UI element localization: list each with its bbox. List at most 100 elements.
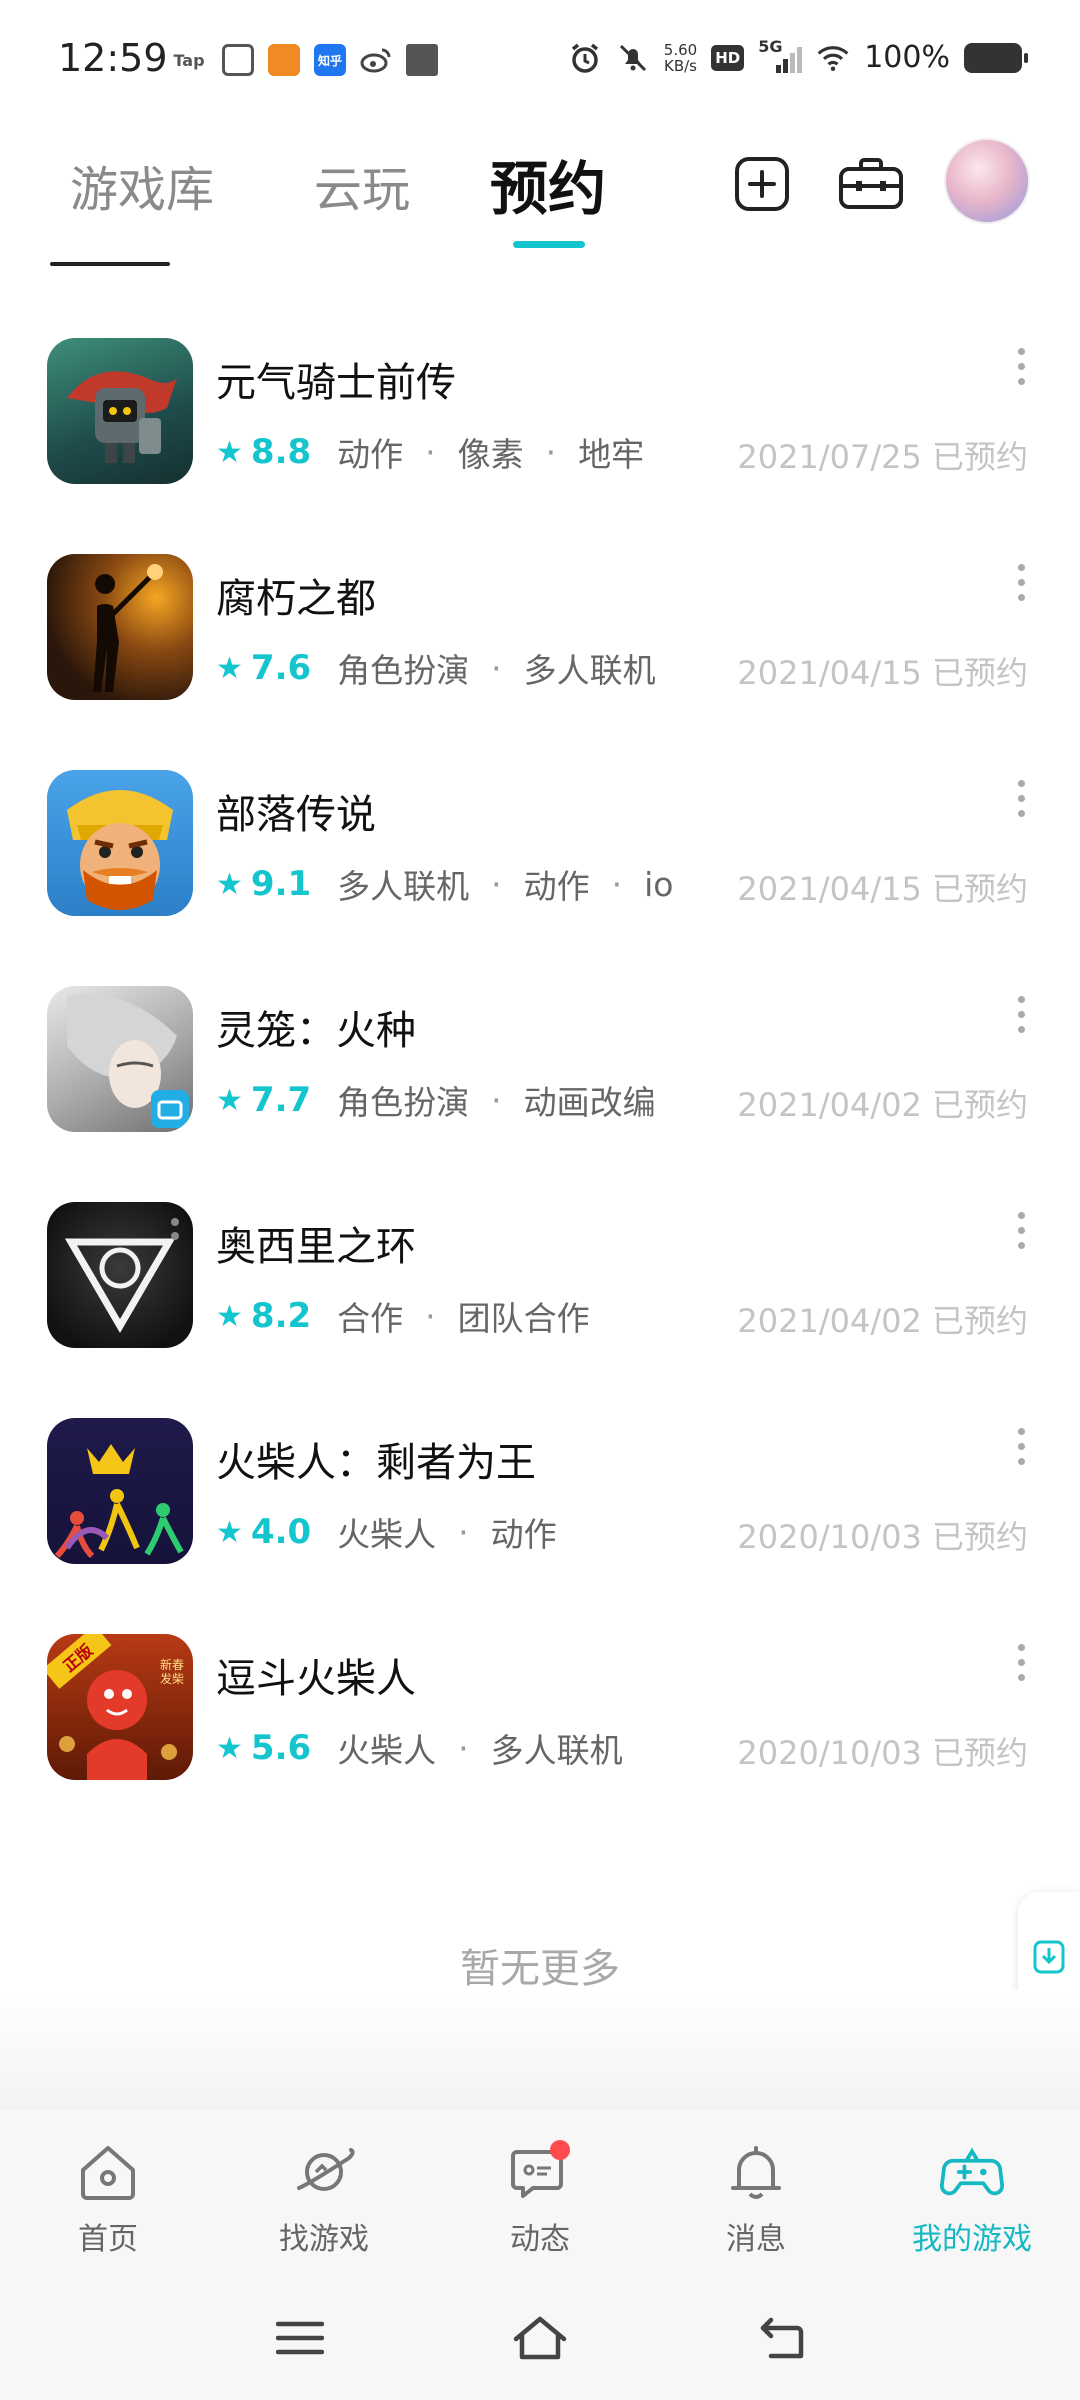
game-score: 7.6 [250, 648, 312, 688]
bell-icon [724, 2140, 788, 2204]
status-indicators: 5.60 KB/s HD 5G 100% [568, 37, 1028, 75]
system-navigation [0, 2270, 1080, 2400]
status-bar: 12:59 Tap 知乎 5.60 KB/s HD 5G 100% [0, 0, 1080, 120]
star-icon: ★ [216, 650, 243, 686]
reservation-date: 2021/04/15 已预约 [737, 870, 1028, 908]
planet-icon [292, 2140, 356, 2204]
star-icon: ★ [216, 1082, 243, 1118]
alarm-icon [568, 41, 602, 75]
game-title: 逗斗火柴人 [216, 1656, 416, 1702]
net-speed: 5.60 KB/s [663, 40, 698, 75]
more-options-icon[interactable] [1016, 996, 1026, 1033]
tag-separator: · [491, 648, 502, 688]
menu-button[interactable] [270, 2308, 330, 2368]
tab-indicator [513, 241, 585, 248]
game-title: 火柴人：剩者为王 [216, 1440, 536, 1486]
game-tag: 合作 [337, 1299, 404, 1338]
game-icon[interactable] [47, 770, 193, 916]
back-icon [760, 2317, 804, 2359]
game-icon[interactable] [47, 338, 193, 484]
game-icon[interactable] [47, 554, 193, 700]
status-time: 12:59 [58, 36, 168, 80]
list-item[interactable]: 灵笼：火种 ★ 7.7 角色扮演 · 动画改编 2021/04/02 已预约 [0, 968, 1080, 1184]
status-app-icons: Tap 知乎 [170, 44, 438, 76]
game-tag: 角色扮演 [337, 651, 470, 690]
app-icon-1 [222, 44, 254, 76]
game-score: 7.7 [250, 1080, 312, 1120]
list-fade [0, 1990, 1080, 2110]
mute-icon [616, 41, 650, 75]
list-item[interactable]: 正版 新春发柴 逗斗火柴人 ★ 5.6 火柴人 · 多人联机 2020/10/0… [0, 1616, 1080, 1832]
game-icon[interactable]: 正版 新春发柴 [47, 1634, 193, 1780]
home-button[interactable] [510, 2308, 570, 2368]
game-score: 9.1 [250, 864, 312, 904]
list-item[interactable]: 奥西里之环 ★ 8.2 合作 · 团队合作 2021/04/02 已预约 [0, 1184, 1080, 1400]
signal-5g-icon: 5G [758, 37, 803, 75]
reservation-date: 2021/04/02 已预约 [737, 1302, 1028, 1340]
add-icon [735, 157, 789, 211]
game-tag: 动作 [490, 1515, 557, 1554]
star-icon: ★ [216, 866, 243, 902]
star-icon: ★ [216, 434, 243, 470]
taptap-icon: Tap [170, 44, 208, 76]
game-icon[interactable] [47, 986, 193, 1132]
more-options-icon[interactable] [1016, 1212, 1026, 1249]
list-item[interactable]: 火柴人：剩者为王 ★ 4.0 火柴人 · 动作 2020/10/03 已预约 [0, 1400, 1080, 1616]
more-options-icon[interactable] [1016, 780, 1026, 817]
star-icon: ★ [216, 1514, 243, 1550]
list-item[interactable]: 元气骑士前传 ★ 8.8 动作 · 像素 · 地牢 2021/07/25 已预约 [0, 320, 1080, 536]
game-title: 奥西里之环 [216, 1224, 416, 1270]
hd-icon: HD [711, 44, 745, 71]
home-icon [76, 2140, 140, 2204]
nav-my-games[interactable]: 我的游戏 [892, 2140, 1052, 2258]
tag-separator: · [545, 432, 557, 472]
game-tag: 多人联机 [337, 867, 470, 906]
more-options-icon[interactable] [1016, 564, 1026, 601]
game-title: 灵笼：火种 [216, 1008, 416, 1054]
nav-messages[interactable]: 消息 [676, 2140, 836, 2258]
more-options-icon[interactable] [1016, 1644, 1026, 1681]
list-item[interactable]: 部落传说 ★ 9.1 多人联机 · 动作 · io 2021/04/15 已预约 [0, 752, 1080, 968]
list-item[interactable]: 腐朽之都 ★ 7.6 角色扮演 · 多人联机 2021/04/15 已预约 [0, 536, 1080, 752]
weibo-icon [360, 44, 392, 76]
user-avatar[interactable] [944, 138, 1030, 224]
toolbox-button[interactable] [838, 154, 904, 214]
game-tag: 地牢 [578, 435, 645, 474]
tag-separator: · [491, 1080, 502, 1120]
tab-reservations[interactable]: 预约 [490, 142, 606, 226]
nav-home[interactable]: 首页 [28, 2140, 188, 2258]
nav-label: 首页 [78, 2222, 138, 2257]
game-meta: ★ 7.6 角色扮演 · 多人联机 [216, 644, 656, 692]
game-title: 腐朽之都 [216, 576, 376, 622]
tab-game-library[interactable]: 游戏库 [70, 150, 214, 220]
toolbox-icon [839, 158, 903, 209]
nav-label: 消息 [726, 2222, 786, 2257]
back-button[interactable] [752, 2308, 812, 2368]
chat-icon [508, 2140, 572, 2204]
nav-activity[interactable]: 动态 [460, 2140, 620, 2258]
game-tag: 火柴人 [337, 1731, 437, 1770]
tab-cloud-play[interactable]: 云玩 [314, 150, 410, 220]
game-score: 8.2 [250, 1296, 312, 1336]
battery-percent: 100% [864, 40, 950, 75]
star-icon: ★ [216, 1298, 243, 1334]
game-score: 4.0 [250, 1512, 312, 1552]
game-title: 元气骑士前传 [216, 360, 456, 406]
more-options-icon[interactable] [1016, 348, 1026, 385]
app-icon-2 [268, 44, 300, 76]
tag-separator: · [425, 432, 436, 472]
nav-discover[interactable]: 找游戏 [244, 2140, 404, 2258]
more-options-icon[interactable] [1016, 1428, 1026, 1465]
nav-label: 我的游戏 [912, 2222, 1032, 2257]
reservation-date: 2021/07/25 已预约 [737, 438, 1028, 476]
tag-separator: · [458, 1512, 469, 1552]
game-meta: ★ 7.7 角色扮演 · 动画改编 [216, 1076, 656, 1124]
game-title: 部落传说 [216, 792, 376, 838]
add-button[interactable] [732, 154, 792, 214]
game-tag: 火柴人 [337, 1515, 437, 1554]
game-icon[interactable] [47, 1418, 193, 1564]
game-score: 8.8 [250, 432, 312, 472]
game-icon[interactable] [47, 1202, 193, 1348]
game-meta: ★ 8.8 动作 · 像素 · 地牢 [216, 428, 644, 476]
game-tag: 多人联机 [490, 1731, 623, 1770]
